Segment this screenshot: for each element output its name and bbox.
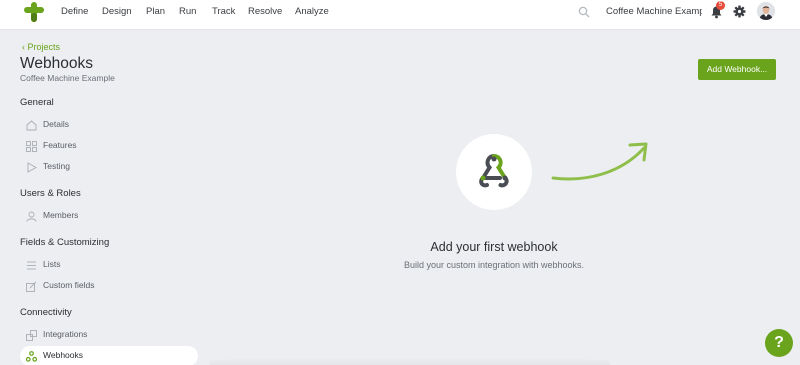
sidebar-item-label: Webhooks	[43, 350, 84, 360]
nav-design[interactable]: Design	[102, 0, 132, 30]
page-subtitle: Coffee Machine Example	[20, 73, 115, 83]
notification-badge: 5	[716, 1, 725, 10]
back-to-projects-link[interactable]: ‹ Projects	[22, 42, 60, 52]
edit-icon	[26, 281, 37, 292]
home-icon	[26, 120, 37, 131]
nav-define[interactable]: Define	[61, 0, 88, 30]
sidebar-item-label: Members	[43, 210, 79, 220]
sidebar-item-webhooks[interactable]: Webhooks	[20, 346, 198, 365]
section-title-fields-customizing: Fields & Customizing	[20, 237, 110, 248]
sidebar-item-label: Details	[43, 119, 69, 129]
app-logo-icon[interactable]	[24, 2, 44, 22]
sidebar-item-label: Integrations	[43, 329, 88, 339]
sidebar-item-label: Features	[43, 140, 77, 150]
sidebar-item-details[interactable]: Details	[20, 115, 198, 135]
sidebar-item-features[interactable]: Features	[20, 136, 198, 156]
empty-state-title: Add your first webhook	[430, 240, 558, 254]
nav-analyze[interactable]: Analyze	[295, 0, 329, 30]
sidebar-item-label: Custom fields	[43, 280, 95, 290]
section-title-general: General	[20, 97, 54, 108]
back-link-label: Projects	[27, 42, 61, 52]
nav-run[interactable]: Run	[179, 0, 196, 30]
user-avatar[interactable]	[757, 2, 775, 20]
arrow-icon	[551, 142, 648, 181]
section-title-users-roles: Users & Roles	[20, 188, 81, 199]
nav-plan[interactable]: Plan	[146, 0, 165, 30]
webhook-icon	[479, 154, 509, 188]
top-navbar: Define Design Plan Run Track Resolve Ana…	[0, 0, 800, 30]
sidebar-item-integrations[interactable]: Integrations	[20, 325, 198, 345]
sidebar-item-label: Testing	[43, 161, 70, 171]
page-title: Webhooks	[20, 55, 93, 72]
list-icon	[27, 261, 36, 270]
webhook-icon	[26, 351, 37, 362]
sidebar-item-testing[interactable]: Testing	[20, 157, 198, 177]
sidebar-item-custom-fields[interactable]: Custom fields	[20, 276, 198, 296]
section-title-connectivity: Connectivity	[20, 307, 72, 318]
help-button[interactable]: ?	[765, 329, 793, 357]
play-icon	[27, 162, 37, 173]
nav-track[interactable]: Track	[212, 0, 235, 30]
search-icon[interactable]	[578, 6, 590, 18]
add-webhook-button[interactable]: Add Webhook...	[698, 59, 776, 80]
sidebar-item-members[interactable]: Members	[20, 206, 198, 226]
user-icon	[26, 211, 37, 222]
sidebar-item-label: Lists	[43, 259, 61, 269]
puzzle-icon	[26, 330, 37, 341]
nav-resolve[interactable]: Resolve	[248, 0, 282, 30]
empty-state-subtitle: Build your custom integration with webho…	[403, 260, 585, 270]
scroll-shadow	[210, 357, 610, 365]
gear-icon[interactable]	[733, 5, 746, 18]
grid-icon	[26, 141, 37, 152]
sidebar-item-lists[interactable]: Lists	[20, 255, 198, 275]
project-selector[interactable]: Coffee Machine Examp...	[606, 0, 702, 24]
